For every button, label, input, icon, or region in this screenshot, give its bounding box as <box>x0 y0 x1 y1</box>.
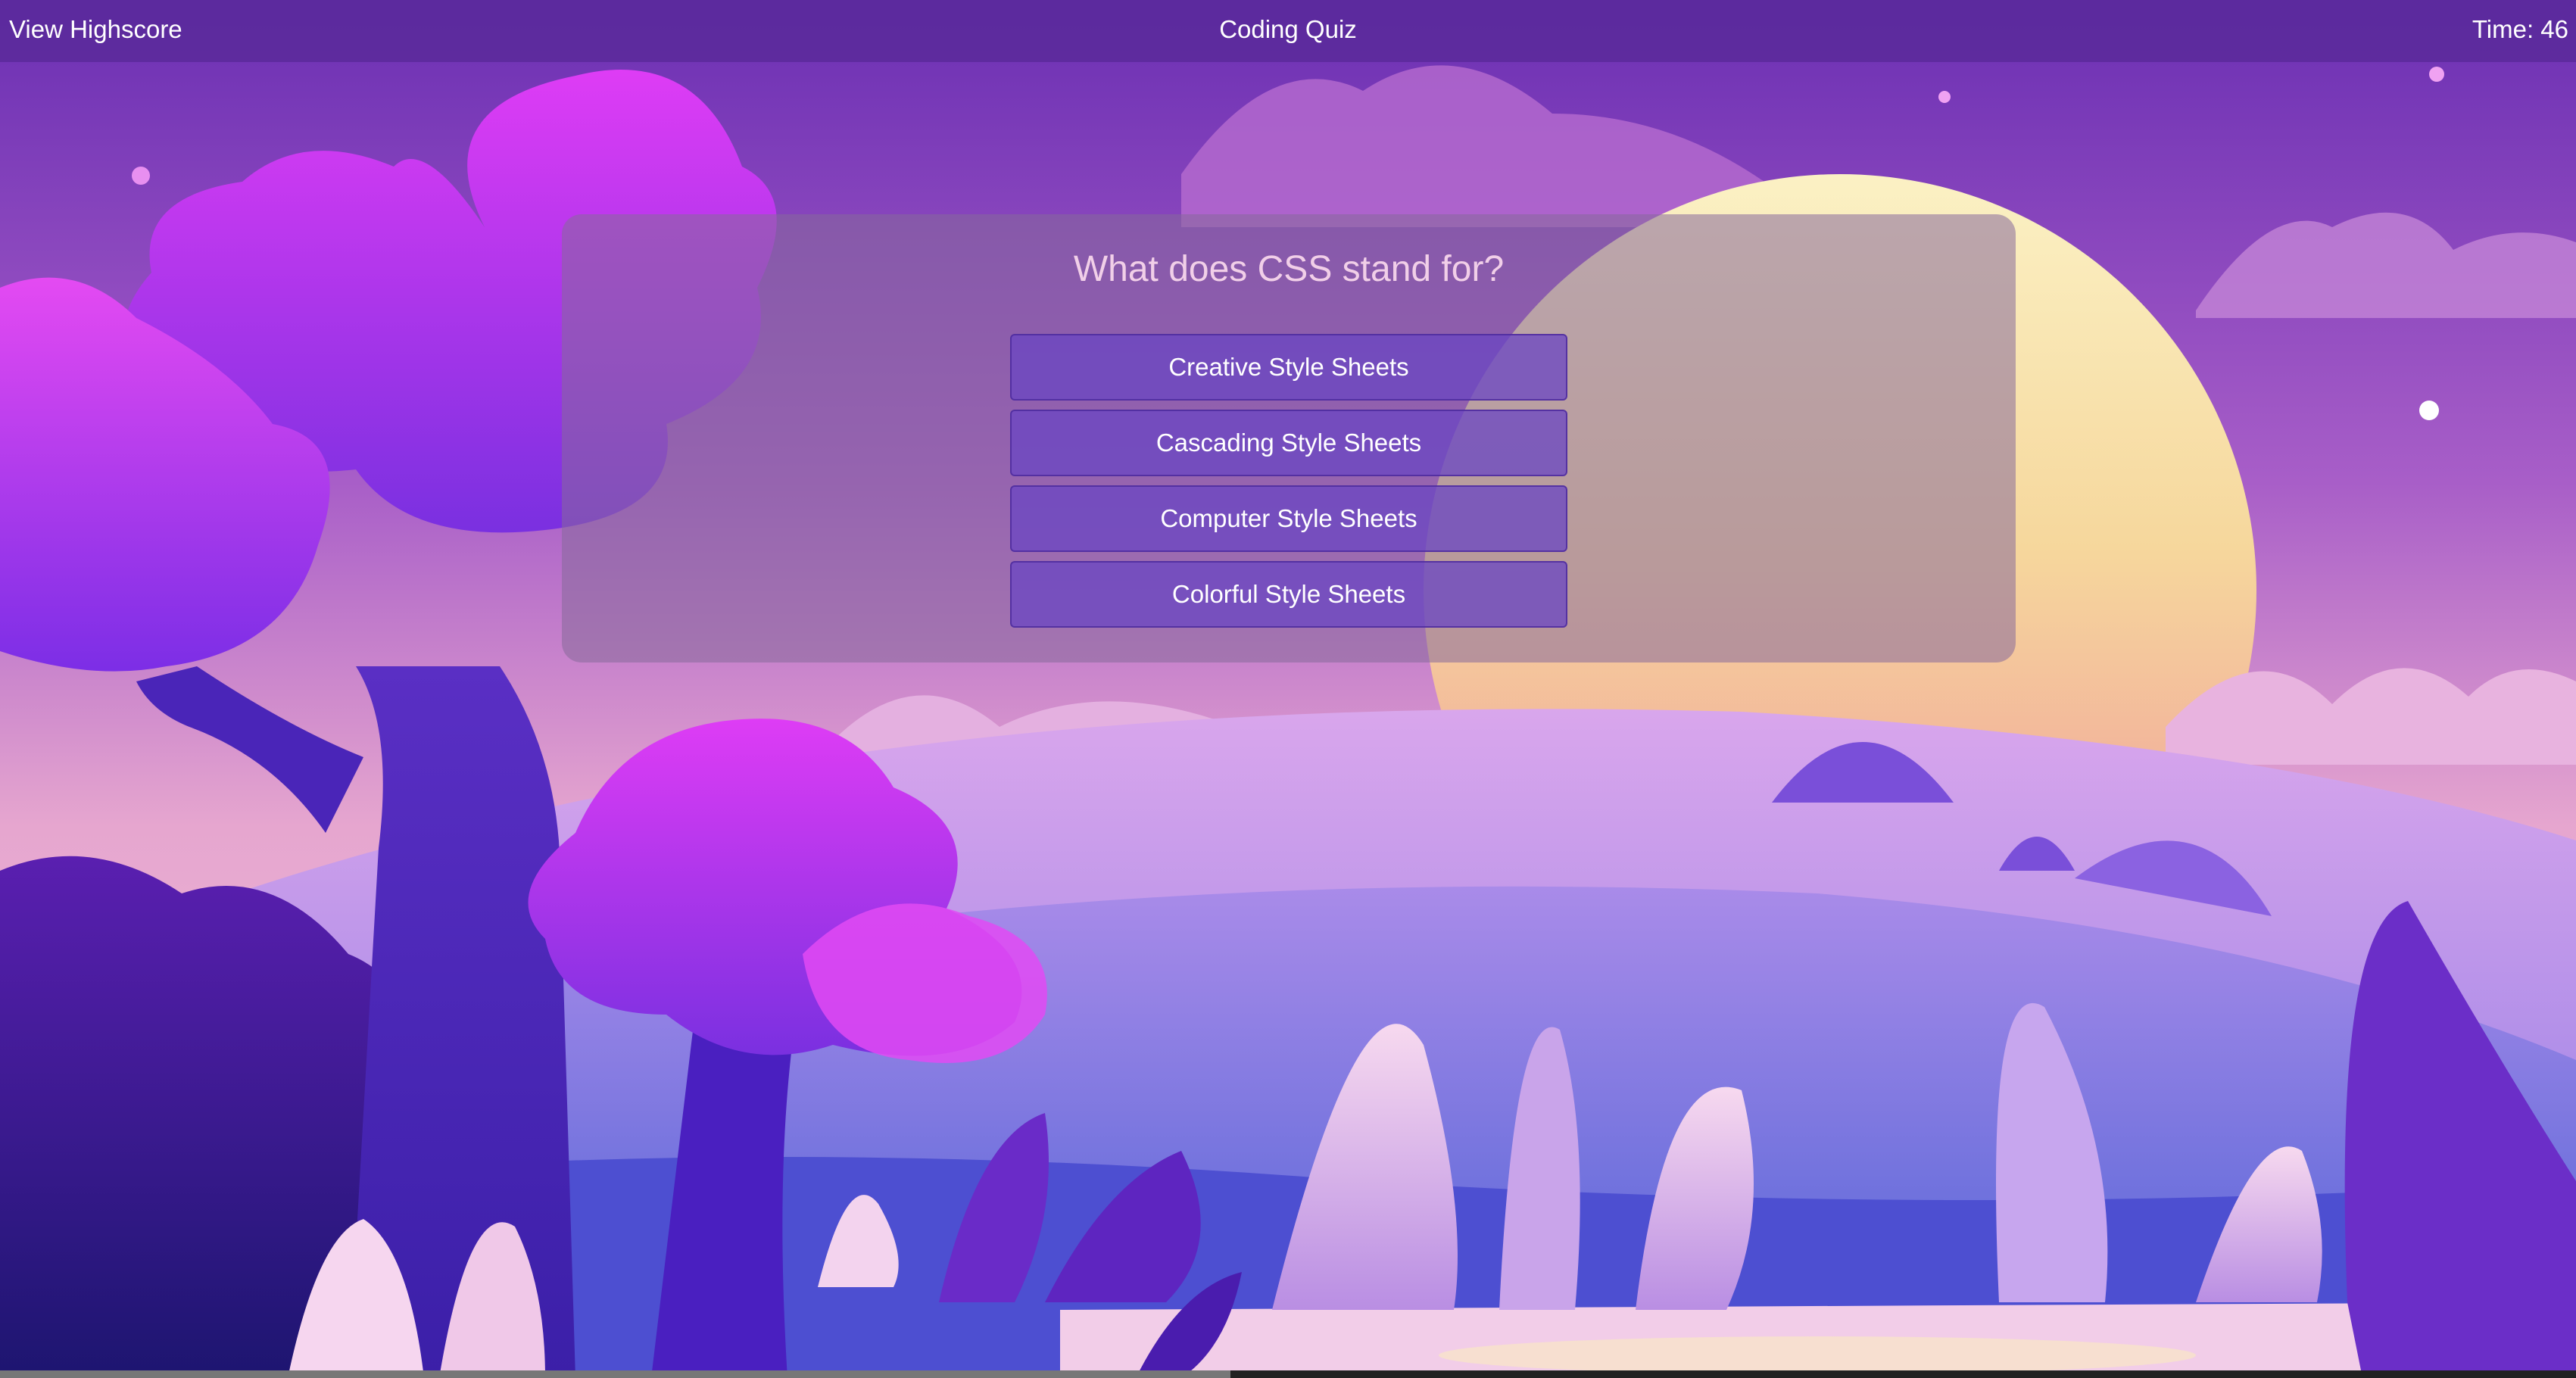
answer-button-2[interactable]: Cascading Style Sheets <box>1010 410 1567 476</box>
timer-display: Time: 46 <box>2472 15 2568 43</box>
horizontal-scrollbar[interactable] <box>0 1370 2576 1378</box>
answer-list: Creative Style Sheets Cascading Style Sh… <box>1010 334 1567 637</box>
background-illustration <box>0 0 2576 1378</box>
answer-button-1[interactable]: Creative Style Sheets <box>1010 334 1567 401</box>
answer-button-4[interactable]: Colorful Style Sheets <box>1010 561 1567 628</box>
question-text: What does CSS stand for? <box>1073 249 1505 289</box>
answer-button-3[interactable]: Computer Style Sheets <box>1010 485 1567 552</box>
page-title: Coding Quiz <box>1219 15 1357 43</box>
quiz-card: What does CSS stand for? Creative Style … <box>562 214 2016 662</box>
view-highscore-link[interactable]: View Highscore <box>9 15 182 44</box>
scrollbar-thumb[interactable] <box>0 1370 1230 1378</box>
top-bar: View Highscore Coding Quiz Time: 46 <box>0 0 2576 62</box>
